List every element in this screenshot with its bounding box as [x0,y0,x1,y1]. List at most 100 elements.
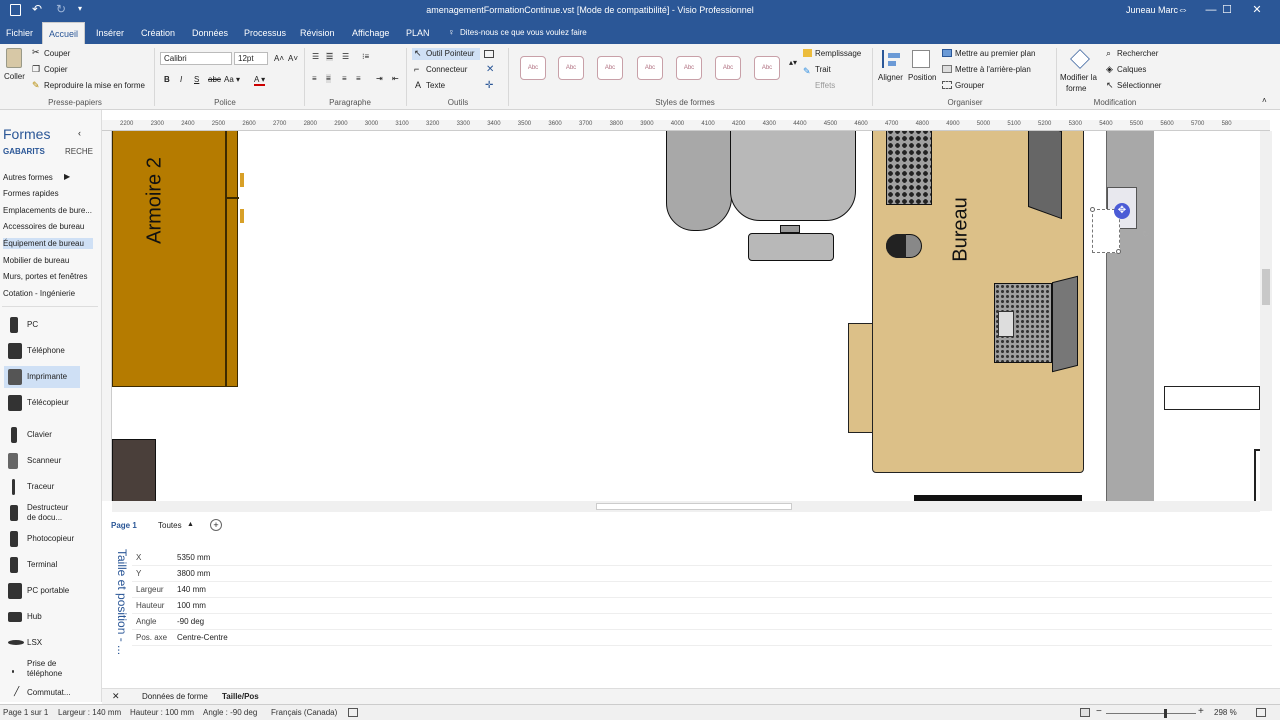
save-icon[interactable] [10,4,21,16]
all-pages-button[interactable]: Toutes [158,521,182,530]
rotation-handle[interactable]: ↻ [1142,229,1150,240]
add-page-icon[interactable]: + [210,519,222,531]
paste-button[interactable]: Coller [4,72,25,81]
collapse-ribbon-icon[interactable]: ˄ [1262,96,1267,105]
prop-row-pin-pos[interactable]: Pos. axe Centre-Centre [132,630,1272,646]
monitor-shape[interactable] [1028,131,1062,220]
vertical-scrollbar[interactable] [1260,131,1272,511]
selection-handle[interactable] [1116,249,1121,254]
connection-point-icon[interactable]: ✛ [485,80,493,91]
master-laptop[interactable]: PC portable [4,580,100,602]
change-shape-button[interactable]: Modifier la [1060,73,1097,82]
select-button[interactable]: Sélectionner [1117,81,1161,90]
tab-stencils[interactable]: GABARITS [3,147,45,156]
chair-left-shape[interactable] [666,131,732,231]
horizontal-scroll-thumb[interactable] [596,503,792,510]
pan-zoom-icon[interactable] [1256,708,1266,717]
zoom-slider-thumb[interactable] [1164,709,1167,718]
chair-base-shape[interactable] [748,233,834,261]
prop-row-width[interactable]: Largeur 140 mm [132,582,1272,598]
selection-handle[interactable] [1090,207,1095,212]
paste-icon[interactable] [6,48,22,68]
zoom-level[interactable]: 298 % [1214,708,1237,717]
underline-button[interactable]: S [194,75,199,84]
change-case-button[interactable]: Aa ▾ [224,75,240,84]
find-button[interactable]: Rechercher [1117,49,1158,58]
master-pc[interactable]: PC [4,314,100,336]
close-x-icon[interactable]: ✕ [486,64,494,75]
stencil-office-accessories[interactable]: Accessoires de bureau [3,222,84,231]
font-color-button[interactable]: A ▾ [254,75,266,86]
fit-page-icon[interactable] [1080,708,1090,717]
italic-button[interactable]: I [180,75,182,84]
font-name-box[interactable]: Calibri [160,52,232,65]
prop-row-angle[interactable]: Angle -90 deg [132,614,1272,630]
zoom-out-icon[interactable]: − [1096,706,1102,717]
tab-processus[interactable]: Processus [238,22,292,44]
align-left-icon[interactable]: ≡ [312,74,317,83]
tab-accueil[interactable]: Accueil [42,22,86,44]
format-painter-button[interactable]: Reproduire la mise en forme [44,81,145,90]
tab-creation[interactable]: Création [135,22,181,44]
customize-toolbar-icon[interactable]: ▾ [78,4,82,13]
align-right-icon[interactable]: ≡ [342,74,347,83]
master-scanner[interactable]: Scanneur [4,450,100,472]
master-printer[interactable]: Imprimante [4,366,80,388]
send-back-button[interactable]: Mettre à l'arrière-plan [955,65,1031,74]
outdent-icon[interactable]: ⇤ [392,74,399,83]
shape-style-3[interactable]: Abc [597,56,623,80]
tell-me-box[interactable]: Dites-nous ce que vous voulez faire [460,28,587,37]
maximize-button[interactable]: ☐ [1212,0,1242,22]
tab-plan[interactable]: PLAN [400,22,436,44]
prop-row-x[interactable]: X 5350 mm [132,550,1272,566]
text-tool-button[interactable]: Texte [426,81,445,90]
layers-button[interactable]: Calques [1117,65,1146,74]
prop-row-y[interactable]: Y 3800 mm [132,566,1272,582]
copy-button[interactable]: Copier [44,65,68,74]
zoom-slider[interactable] [1106,713,1196,714]
stencil-office-equipment[interactable]: Équipement de bureau [3,238,93,249]
master-lsx[interactable]: LSX [4,632,100,654]
redo-icon[interactable]: ↻ [56,2,66,16]
close-button[interactable]: ✕ [1242,0,1272,22]
master-shredder[interactable]: Destructeur de docu... [4,502,100,528]
effects-button[interactable]: Effets [815,81,835,90]
drawing-canvas[interactable]: Armoire 2 Bureau ✥ ↻ [112,131,1260,501]
grow-font-icon[interactable]: A˄ [274,54,284,63]
stencil-dimensioning[interactable]: Cotation - Ingénierie [3,289,75,298]
stencil-office-furniture[interactable]: Mobilier de bureau [3,256,69,265]
tab-shape-data[interactable]: Données de forme [142,692,208,701]
tab-inserer[interactable]: Insérer [90,22,130,44]
change-shape-button-line2[interactable]: forme [1066,84,1086,93]
prop-row-height[interactable]: Hauteur 100 mm [132,598,1272,614]
tab-donnees[interactable]: Données [186,22,234,44]
position-button[interactable]: Position [908,73,936,82]
keyboard-shape[interactable] [886,131,932,205]
shape-style-6[interactable]: Abc [715,56,741,80]
stencil-office-layout[interactable]: Emplacements de bure... [3,206,92,215]
connector-button[interactable]: Connecteur [426,65,467,74]
tab-size-position[interactable]: Taille/Pos [222,692,259,701]
pointer-tool-button[interactable]: Outil Pointeur [426,49,474,58]
status-page[interactable]: Page 1 sur 1 [3,708,48,717]
shape-style-7[interactable]: Abc [754,56,780,80]
font-size-box[interactable]: 12pt [234,52,268,65]
master-telephone[interactable]: Téléphone [4,340,100,362]
align-button[interactable]: Aligner [878,73,903,82]
bring-front-button[interactable]: Mettre au premier plan [955,49,1035,58]
vertical-scroll-thumb[interactable] [1262,269,1270,305]
shape-style-5[interactable]: Abc [676,56,702,80]
align-bottom-icon[interactable]: ☰ [342,52,349,61]
tab-page-1[interactable]: Page 1 [111,521,137,530]
shape-style-2[interactable]: Abc [558,56,584,80]
master-hub[interactable]: Hub [4,606,100,628]
master-plotter[interactable]: Traceur [4,476,100,498]
bold-button[interactable]: B [164,75,170,84]
align-center-icon[interactable]: ≡ [326,74,331,83]
wall-shape[interactable] [1164,386,1260,410]
macro-icon[interactable] [348,708,358,717]
tab-affichage[interactable]: Affichage [346,22,395,44]
master-phone-jack[interactable]: Prise de téléphone [4,658,100,684]
close-panel-icon[interactable]: ✕ [112,691,120,702]
bullets-icon[interactable]: ⁝≡ [362,52,369,61]
